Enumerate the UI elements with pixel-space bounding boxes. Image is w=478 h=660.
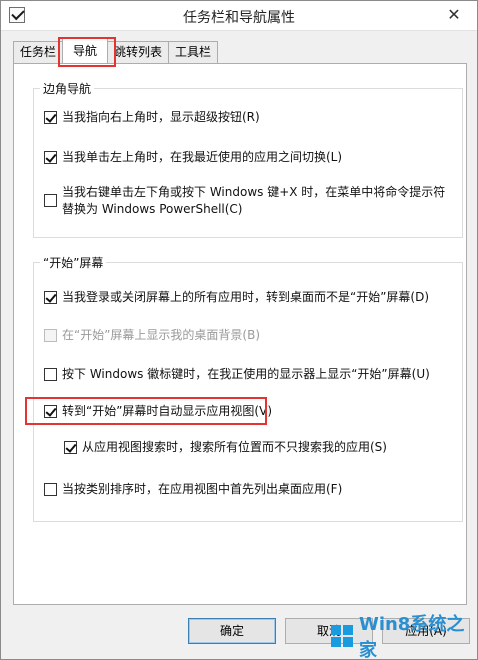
- tab-strip: 任务栏 导航 跳转列表 工具栏: [13, 38, 219, 63]
- window-title: 任务栏和导航属性: [183, 10, 295, 26]
- tab-taskbar[interactable]: 任务栏: [13, 41, 64, 63]
- option-go-to-desktop[interactable]: 当我登录或关闭屏幕上的所有应用时，转到桌面而不是“开始”屏幕(D): [44, 289, 429, 306]
- watermark: Win8系统之家: [331, 614, 477, 660]
- checkbox-search-everywhere[interactable]: [64, 441, 77, 454]
- watermark-text: Win8系统之家: [358, 614, 465, 660]
- start-screen-title: “开始”屏幕: [40, 254, 107, 271]
- option-switch-apps-top-left[interactable]: 当我单击左上角时，在我最近使用的应用之间切换(L): [44, 149, 342, 166]
- checkbox-charms[interactable]: [44, 111, 57, 124]
- corner-navigation-title: 边角导航: [40, 80, 95, 97]
- title-bar[interactable]: 任务栏和导航属性 ✕: [1, 1, 477, 31]
- option-label: 转到“开始”屏幕时自动显示应用视图(V): [62, 404, 273, 418]
- option-label: 当我登录或关闭屏幕上的所有应用时，转到桌面而不是“开始”屏幕(D): [62, 290, 430, 304]
- option-label: 在“开始”屏幕上显示我的桌面背景(B): [62, 328, 261, 342]
- start-screen-group: “开始”屏幕 当我登录或关闭屏幕上的所有应用时，转到桌面而不是“开始”屏幕(D)…: [33, 254, 463, 522]
- tab-panel-navigation: 边角导航 当我指向右上角时，显示超级按钮(R) 当我单击左上角时，在我最近使用的…: [13, 63, 467, 605]
- tab-toolbars[interactable]: 工具栏: [168, 41, 219, 63]
- checkbox-desktop-background: [44, 329, 57, 342]
- close-button[interactable]: ✕: [437, 3, 471, 25]
- option-charms-top-right[interactable]: 当我指向右上角时，显示超级按钮(R): [44, 109, 260, 126]
- checkbox-powershell[interactable]: [44, 194, 57, 207]
- option-label: 从应用视图搜索时，搜索所有位置而不只搜索我的应用(S): [82, 440, 387, 454]
- checkbox-list-desktop-apps-first[interactable]: [44, 483, 57, 496]
- properties-dialog: 任务栏和导航属性 ✕ 任务栏 导航 跳转列表 工具栏 边角导航 当我指向右上角时…: [0, 0, 478, 660]
- tab-jump-lists[interactable]: 跳转列表: [107, 41, 170, 63]
- tab-navigation[interactable]: 导航: [62, 38, 109, 63]
- option-label-line2: 替换为 Windows PowerShell(C): [62, 202, 243, 216]
- corner-navigation-group: 边角导航 当我指向右上角时，显示超级按钮(R) 当我单击左上角时，在我最近使用的…: [33, 80, 463, 238]
- option-powershell-replace[interactable]: 当我右键单击左下角或按下 Windows 键+X 时，在菜单中将命令提示符 替换…: [44, 184, 445, 218]
- option-desktop-background: 在“开始”屏幕上显示我的桌面背景(B): [44, 327, 260, 344]
- checkbox-switch-apps[interactable]: [44, 151, 57, 164]
- windows-logo-icon: [331, 625, 354, 647]
- option-label: 当按类别排序时，在应用视图中首先列出桌面应用(F): [62, 482, 343, 496]
- option-label-line1: 当我右键单击左下角或按下 Windows 键+X 时，在菜单中将命令提示符: [62, 185, 446, 199]
- close-icon: ✕: [447, 4, 461, 24]
- option-label: 当我指向右上角时，显示超级按钮(R): [62, 110, 260, 124]
- option-show-apps-view[interactable]: 转到“开始”屏幕时自动显示应用视图(V): [44, 403, 272, 420]
- option-search-everywhere[interactable]: 从应用视图搜索时，搜索所有位置而不只搜索我的应用(S): [64, 439, 387, 456]
- checkbox-show-start-on-display[interactable]: [44, 368, 57, 381]
- option-label: 当我单击左上角时，在我最近使用的应用之间切换(L): [62, 150, 343, 164]
- checkbox-show-apps-view[interactable]: [44, 405, 57, 418]
- option-label: 按下 Windows 徽标键时，在我正使用的显示器上显示“开始”屏幕(U): [62, 367, 430, 381]
- checkbox-go-to-desktop[interactable]: [44, 291, 57, 304]
- option-label-multiline: 当我右键单击左下角或按下 Windows 键+X 时，在菜单中将命令提示符 替换…: [62, 184, 445, 218]
- option-list-desktop-apps-first[interactable]: 当按类别排序时，在应用视图中首先列出桌面应用(F): [44, 481, 342, 498]
- ok-button[interactable]: 确定: [188, 618, 276, 644]
- option-show-start-on-display[interactable]: 按下 Windows 徽标键时，在我正使用的显示器上显示“开始”屏幕(U): [44, 366, 430, 383]
